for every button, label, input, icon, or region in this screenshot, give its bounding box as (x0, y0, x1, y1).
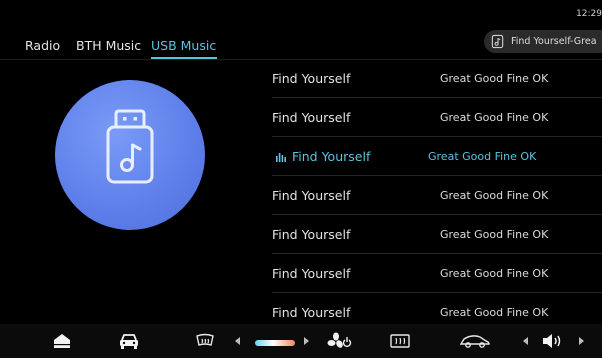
volume-down-button[interactable] (520, 324, 532, 358)
track-title: Find Yourself (272, 187, 351, 203)
car-side-icon (459, 335, 490, 348)
track-row[interactable]: Find Yourself Great Good Fine OK (272, 176, 602, 215)
tab-bth-music[interactable]: BTH Music (76, 38, 141, 53)
track-title-playing: Find Yourself (276, 149, 370, 164)
temp-up-button[interactable] (300, 324, 312, 358)
now-playing-chip[interactable]: Find Yourself-Grea (484, 30, 602, 53)
volume-up-button[interactable] (575, 324, 587, 358)
rear-defrost-icon (196, 333, 214, 346)
tab-usb-music[interactable]: USB Music (151, 38, 216, 53)
track-artist: Great Good Fine OK (440, 188, 549, 202)
tab-radio[interactable]: Radio (25, 38, 60, 53)
track-row[interactable]: Find Yourself Great Good Fine OK (272, 98, 602, 137)
fan-icon (327, 332, 352, 348)
music-note-icon (491, 34, 504, 49)
car-circulation-button[interactable] (457, 324, 493, 358)
track-artist: Great Good Fine OK (440, 71, 549, 85)
home-button[interactable] (50, 324, 74, 358)
status-clock: 12:29 (576, 9, 602, 19)
track-row[interactable]: Find Yourself Great Good Fine OK (272, 59, 602, 98)
volume-icon (543, 334, 561, 348)
now-playing-text: Find Yourself-Grea (511, 36, 597, 47)
track-title: Find Yourself (272, 304, 351, 320)
front-defrost-button[interactable] (388, 324, 412, 358)
track-title: Find Yourself (272, 226, 351, 242)
fan-button[interactable] (326, 324, 354, 358)
track-artist: Great Good Fine OK (440, 227, 549, 241)
left-arrow-icon (235, 337, 240, 345)
home-icon (54, 334, 70, 348)
temperature-slider[interactable] (255, 340, 295, 346)
front-defrost-icon (390, 334, 410, 348)
track-artist: Great Good Fine OK (440, 110, 549, 124)
track-artist: Great Good Fine OK (440, 305, 549, 319)
usb-source-art (55, 80, 205, 230)
track-list: Find Yourself Great Good Fine OK Find Yo… (272, 59, 602, 331)
track-row[interactable]: Find Yourself Great Good Fine OK (272, 215, 602, 254)
right-arrow-icon (304, 337, 309, 345)
track-title: Find Yourself (272, 265, 351, 281)
track-row[interactable]: Find Yourself Great Good Fine OK (272, 254, 602, 293)
rear-defrost-button[interactable] (193, 324, 217, 358)
volume-button[interactable] (540, 324, 566, 358)
track-title: Find Yourself (272, 70, 351, 86)
track-artist: Great Good Fine OK (428, 149, 537, 163)
track-artist: Great Good Fine OK (440, 266, 549, 280)
right-arrow-icon (579, 337, 584, 345)
car-icon (120, 334, 138, 349)
track-title-text: Find Yourself (292, 148, 371, 164)
left-arrow-icon (523, 337, 528, 345)
track-title: Find Yourself (272, 109, 351, 125)
usb-music-icon (106, 109, 154, 184)
vehicle-button[interactable] (117, 324, 141, 358)
track-row-playing[interactable]: Find Yourself Great Good Fine OK (272, 137, 602, 176)
temp-down-button[interactable] (232, 324, 244, 358)
equalizer-icon (276, 153, 286, 162)
